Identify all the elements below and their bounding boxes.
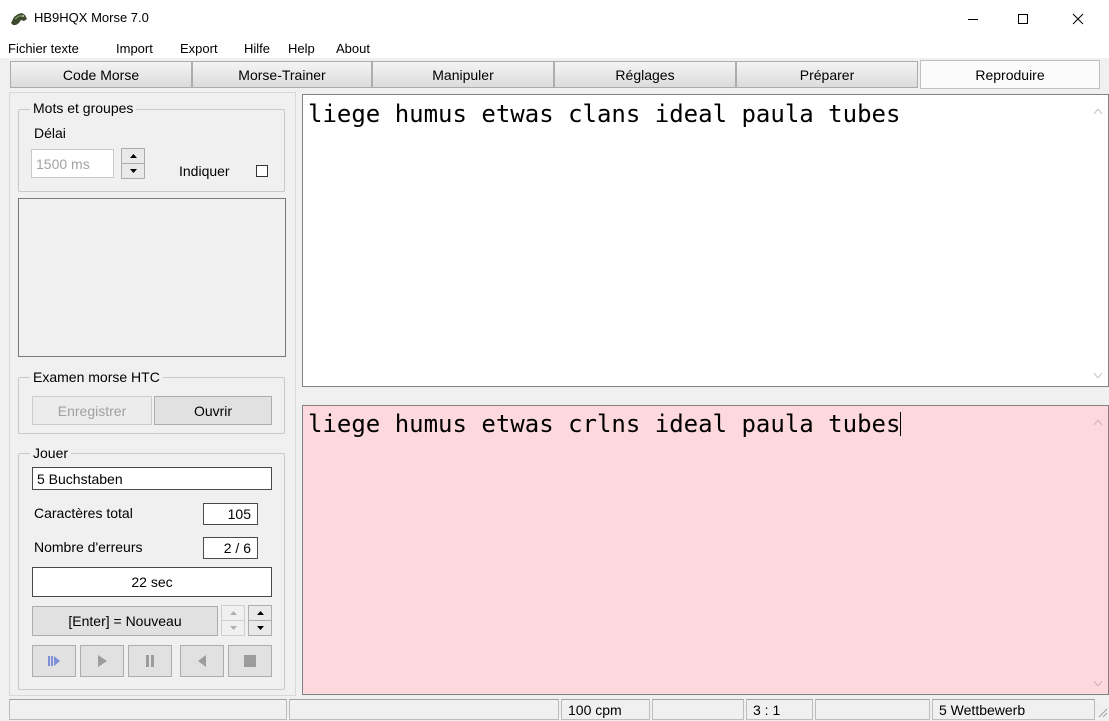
stop-icon — [244, 655, 256, 667]
scroll-down-icon[interactable] — [1088, 675, 1108, 692]
delai-spinner[interactable] — [121, 148, 145, 179]
tab-code-morse[interactable]: Code Morse — [10, 61, 192, 88]
menu-help[interactable]: Help — [288, 41, 315, 56]
source-text-pane[interactable] — [302, 94, 1109, 387]
status-speed: 100 cpm — [561, 699, 650, 720]
back-icon — [198, 655, 206, 667]
status-cell-1 — [9, 699, 287, 720]
status-cell-4 — [652, 699, 744, 720]
menu-bar — [0, 38, 1109, 58]
tab-preparer[interactable]: Préparer — [736, 61, 918, 88]
minimize-icon — [968, 19, 978, 20]
mode-field[interactable]: 5 Buchstaben — [32, 467, 272, 490]
spin-down-icon[interactable] — [122, 164, 144, 179]
typed-text-pane[interactable] — [302, 405, 1109, 695]
indiquer-checkbox[interactable] — [256, 165, 268, 177]
play-step-icon — [48, 656, 60, 666]
typed-text-content: liege humus etwas crlns ideal paula tube… — [308, 410, 901, 438]
text-caret — [900, 412, 902, 436]
tab-reglages[interactable]: Réglages — [554, 61, 736, 88]
typed-text[interactable]: liege humus etwas crlns ideal paula tube… — [308, 410, 902, 438]
resize-grip-icon[interactable] — [1096, 706, 1108, 718]
jouer-legend: Jouer — [30, 445, 72, 461]
minimize-button[interactable] — [950, 0, 996, 38]
status-mode: 5 Wettbewerb — [932, 699, 1095, 720]
nouveau-button[interactable]: [Enter] = Nouveau — [32, 606, 218, 636]
word-list-box[interactable] — [18, 198, 286, 357]
close-icon — [1072, 13, 1084, 25]
delai-input[interactable]: 1500 ms — [31, 149, 114, 178]
maximize-icon — [1018, 14, 1028, 24]
tab-morse-trainer[interactable]: Morse-Trainer — [192, 61, 372, 88]
play-slow-button[interactable] — [32, 645, 76, 677]
spin-down-icon[interactable] — [222, 621, 244, 636]
speed-spinner-left[interactable] — [221, 605, 245, 636]
status-cell-6 — [815, 699, 930, 720]
scroll-up-icon[interactable] — [1088, 103, 1108, 120]
menu-hilfe[interactable]: Hilfe — [244, 41, 270, 56]
status-cell-2 — [289, 699, 559, 720]
menu-about[interactable]: About — [336, 41, 370, 56]
spin-down-icon[interactable] — [249, 621, 271, 636]
ouvrir-button[interactable]: Ouvrir — [154, 396, 272, 425]
menu-fichier-texte[interactable]: Fichier texte — [8, 41, 79, 56]
erreurs-label: Nombre d'erreurs — [34, 539, 143, 555]
typed-scrollbar[interactable] — [1088, 406, 1108, 694]
erreurs-value: 2 / 6 — [203, 537, 258, 559]
window-title: HB9HQX Morse 7.0 — [34, 10, 149, 25]
mots-groupes-legend: Mots et groupes — [30, 100, 137, 116]
indiquer-label: Indiquer — [179, 163, 230, 179]
scroll-down-icon[interactable] — [1088, 367, 1108, 384]
stop-button[interactable] — [228, 645, 272, 677]
spin-up-icon[interactable] — [249, 606, 271, 621]
timer-display: 22 sec — [32, 567, 272, 597]
title-bar — [0, 0, 1109, 38]
pause-icon — [146, 655, 154, 667]
tab-reproduire[interactable]: Reproduire — [920, 60, 1100, 89]
enregistrer-button[interactable]: Enregistrer — [32, 396, 152, 425]
menu-import[interactable]: Import — [116, 41, 153, 56]
tab-manipuler[interactable]: Manipuler — [372, 61, 554, 88]
close-button[interactable] — [1055, 0, 1101, 38]
source-scrollbar[interactable] — [1088, 95, 1108, 386]
examen-legend: Examen morse HTC — [30, 369, 163, 385]
delai-label: Délai — [34, 125, 66, 141]
caracteres-label: Caractères total — [34, 505, 133, 521]
speed-spinner-right[interactable] — [248, 605, 272, 636]
back-button[interactable] — [180, 645, 224, 677]
menu-export[interactable]: Export — [180, 41, 218, 56]
status-ratio: 3 : 1 — [746, 699, 813, 720]
spin-up-icon[interactable] — [122, 149, 144, 164]
source-text: liege humus etwas clans ideal paula tube… — [308, 100, 901, 128]
app-icon — [10, 11, 28, 27]
pause-button[interactable] — [128, 645, 172, 677]
caracteres-value: 105 — [203, 503, 258, 525]
scroll-up-icon[interactable] — [1088, 414, 1108, 431]
play-button[interactable] — [80, 645, 124, 677]
maximize-button[interactable] — [1000, 0, 1046, 38]
play-icon — [98, 655, 107, 667]
spin-up-icon[interactable] — [222, 606, 244, 621]
